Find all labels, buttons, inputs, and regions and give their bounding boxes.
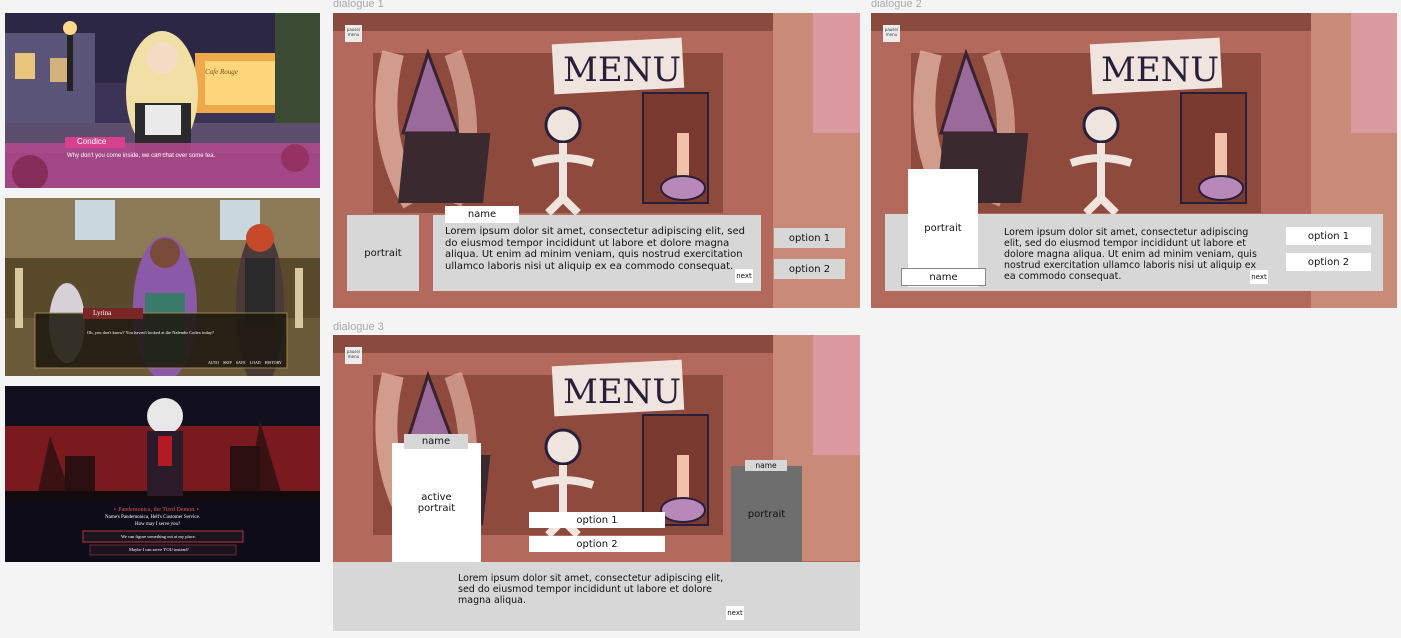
option-2-button[interactable]: option 2 (529, 536, 665, 552)
reference-screenshot-library: Lyrina Oh, you don't know? You haven't l… (5, 198, 320, 376)
menu-sign-text: MENU (563, 50, 681, 90)
load-button[interactable]: LOAD (250, 360, 261, 365)
choice-1[interactable]: We can figure something out at my place. (121, 534, 196, 539)
pause-menu-button[interactable]: pause/menu (883, 25, 900, 42)
name-tag: name (901, 268, 986, 286)
cafe-sign: Cafe Rouge (205, 68, 238, 76)
dialogue-line-2: How may I serve you? (135, 522, 181, 527)
character-title: ⋆ Pandemonica, the Tired Demon ⋆ (113, 507, 200, 513)
next-button[interactable]: next (735, 269, 753, 283)
next-button[interactable]: next (726, 606, 744, 620)
dialogue-text: Lorem ipsum dolor sit amet, consectetur … (458, 573, 724, 606)
speaker-name: Lyrina (93, 309, 112, 317)
dialogue-text: Lorem ipsum dolor sit amet, consectetur … (1004, 227, 1257, 282)
menu-sign-text: MENU (563, 372, 681, 412)
reference-screenshot-cafe: Condice Why don't you come inside, we ca… (5, 13, 320, 188)
frame-label-dialogue-3: dialogue 3 (333, 321, 384, 333)
inactive-portrait: portrait (731, 466, 802, 563)
frame-label-dialogue-1: dialogue 1 (333, 0, 384, 10)
history-button[interactable]: HISTORY (265, 360, 282, 365)
option-1-button[interactable]: option 1 (529, 512, 665, 528)
cafe-street-scene (5, 13, 320, 188)
quick-menu: AUTO SKIP SAVE LOAD HISTORY (208, 360, 282, 365)
dialogue-2-frame: MENU pause/menu portrait name Lorem ipsu… (871, 13, 1397, 308)
active-name-tag: name (404, 434, 468, 449)
dialogue-line-1: Name's Pandemonica, Hell's Customer Serv… (105, 515, 201, 520)
reference-screenshot-demon: ⋆ Pandemonica, the Tired Demon ⋆ Name's … (5, 386, 320, 562)
dialogue-line: Why don't you come inside, we can chat o… (67, 153, 216, 159)
dialogue-line: Oh, you don't know? You haven't looked a… (87, 330, 214, 335)
choice-2[interactable]: Maybe I can serve YOU instead? (129, 547, 189, 552)
save-button[interactable]: SAVE (236, 360, 246, 365)
active-portrait: active portrait (392, 443, 481, 563)
inactive-name-tag: name (745, 460, 787, 471)
dialogue-1-frame: MENU pause/menu portrait name Lorem ipsu… (333, 13, 860, 308)
option-2-button[interactable]: option 2 (1286, 253, 1371, 271)
dialogue-text: Lorem ipsum dolor sit amet, consectetur … (445, 226, 745, 272)
frame-label-dialogue-2: dialogue 2 (871, 0, 922, 10)
next-button[interactable]: next (1250, 270, 1268, 284)
pause-menu-button[interactable]: pause/menu (345, 25, 362, 42)
option-1-button[interactable]: option 1 (774, 228, 845, 248)
portrait-placeholder: portrait (347, 215, 419, 291)
name-tag: name (445, 206, 519, 223)
pause-menu-button[interactable]: pause/menu (345, 347, 362, 364)
menu-sign-text: MENU (1101, 50, 1219, 90)
option-1-button[interactable]: option 1 (1286, 227, 1371, 245)
auto-button[interactable]: AUTO (208, 360, 219, 365)
library-hall-scene (5, 198, 320, 376)
skip-button[interactable]: SKIP (223, 360, 232, 365)
speaker-name: Condice (77, 137, 107, 146)
dialogue-3-frame: MENU pause/menu active portrait name por… (333, 335, 860, 631)
option-2-button[interactable]: option 2 (774, 259, 845, 279)
